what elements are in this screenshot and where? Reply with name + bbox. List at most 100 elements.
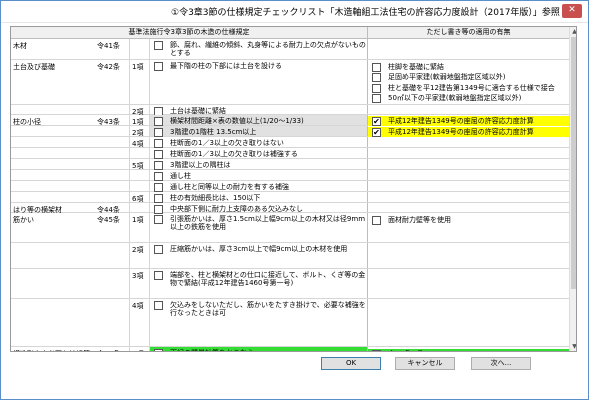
spec-checkbox[interactable]: [154, 150, 163, 159]
exception-checkbox[interactable]: ✔: [372, 128, 381, 137]
exception-checkbox[interactable]: [372, 84, 381, 93]
row-category: はり等の横架材: [13, 206, 62, 214]
exception-cell: [368, 105, 569, 114]
row-category: [11, 192, 95, 202]
exception-cell: 柱脚を基礎に緊結足固め平家建(軟弱地盤指定区域以外) 柱と基礎を平12建告第134…: [368, 60, 569, 104]
spec-cell: 節、腐れ、繊維の傾斜、丸身等による耐力上の欠点がないものとする: [149, 39, 368, 59]
spec-checkbox[interactable]: [154, 215, 163, 224]
exception-cell: ✔ 平成12年建告1349号の座屈の許容応力度計算: [368, 115, 569, 126]
exception-cell: [368, 192, 569, 202]
header-exceptions: ただし書き等の適用の有無: [368, 27, 569, 39]
spec-text: 端部を、柱と横架材との仕口に接近して、ボルト、くぎ等の金物で緊結(平成12年建告…: [170, 271, 366, 288]
row-clause: [95, 137, 129, 147]
row-subclause: [129, 181, 149, 191]
table-row: 2項 土台は基礎に緊結: [11, 105, 569, 116]
exception-cell: [368, 170, 569, 180]
spec-text: 柱の有効細長比は、150以下: [170, 194, 261, 202]
spec-cell: 3階建以上の隅柱は: [149, 159, 368, 170]
exception-checkbox[interactable]: [372, 216, 381, 225]
status-bar: [1, 379, 588, 399]
row-category: [11, 243, 95, 268]
exception-text: 柱と基礎を平12建告第1349号に適合する仕様で接合: [388, 84, 555, 92]
exception-checkbox[interactable]: [372, 94, 381, 103]
table-row: 4項 柱断面の1／3以上の欠き取りはない: [11, 137, 569, 148]
spec-checkbox[interactable]: [154, 194, 163, 203]
row-clause: 令42条: [97, 63, 120, 71]
header-spec: 基準法施行令3章3節の木造の仕様規定: [11, 27, 368, 39]
row-subclause: [129, 39, 149, 59]
row-subclause: [129, 170, 149, 180]
exception-checkbox[interactable]: [372, 63, 381, 72]
spec-cell: 土台は基礎に緊結: [149, 105, 368, 116]
row-category: [11, 299, 95, 346]
row-clause: [95, 159, 129, 169]
exception-cell: [368, 39, 569, 59]
row-subclause: 1項: [129, 115, 149, 126]
exception-cell: [368, 269, 569, 298]
cancel-button[interactable]: キャンセル: [395, 357, 455, 370]
spec-cell: 引張筋かいは、厚さ1.5cm以上幅9cm以上の木材又は径9mm以上の鉄筋を使用: [149, 213, 368, 242]
spec-checkbox[interactable]: [154, 245, 163, 254]
exception-cell: 令46条2項 次に掲げる基準に適合 一 平成62年建告1898号に規定する集成材…: [368, 347, 569, 351]
title-bar: ①令3章3節の仕様規定チェックリスト「木造軸組工法住宅の許容応力度設計（2017…: [1, 1, 588, 23]
vertical-scrollbar[interactable]: ▲ ▼: [569, 27, 576, 351]
spec-text: 節、腐れ、繊維の傾斜、丸身等による耐力上の欠点がないものとする: [170, 41, 366, 58]
exception-checkbox[interactable]: [372, 350, 381, 351]
spec-checkbox[interactable]: [154, 41, 163, 50]
row-category: 構造耐力上必要な軸組等: [11, 347, 95, 351]
spec-cell: 柱断面の1／3以上の欠き取りはない: [149, 137, 368, 148]
exception-cell: [368, 148, 569, 158]
row-clause: [95, 269, 129, 298]
row-category: 土台及び基礎: [13, 63, 55, 71]
spec-text: 3階建の1階柱 13.5cm以上: [170, 128, 257, 136]
row-category: [11, 126, 95, 136]
spec-text: 欠込みをしないただし、筋かいをたすき掛けで、必要な補強を行なったときは可: [170, 301, 366, 318]
spec-cell: 柱断面の1／3以上の欠き取りは補強する: [149, 148, 368, 159]
close-button[interactable]: ✕: [562, 4, 582, 18]
row-category: [11, 137, 95, 147]
scroll-up-icon[interactable]: ▲: [570, 27, 576, 36]
exception-checkbox[interactable]: [372, 73, 381, 82]
row-category: [11, 159, 95, 169]
ok-button[interactable]: OK: [321, 357, 381, 370]
table-row: 5項 3階建以上の隅柱は: [11, 159, 569, 170]
table-row: 3項 端部を、柱と横架材との仕口に接近して、ボルト、くぎ等の金物で緊結(平成12年…: [11, 269, 569, 299]
spec-checkbox[interactable]: [154, 301, 163, 310]
spec-text: 柱断面の1／3以上の欠き取りはない: [170, 139, 284, 147]
exception-text: 足固め平家建(軟弱地盤指定区域以外): [388, 73, 506, 81]
exception-cell: [368, 137, 569, 147]
next-button[interactable]: 次へ...: [471, 357, 531, 370]
spec-checkbox[interactable]: [154, 172, 163, 181]
spec-checkbox[interactable]: [154, 128, 163, 137]
spec-text: 下記の壁量計算をおこなう 表1(平12建告第1351号等)に定める耐力壁の倍率に…: [170, 349, 366, 351]
exception-text: 柱脚を基礎に緊結: [388, 63, 444, 71]
scroll-down-icon[interactable]: ▼: [570, 342, 576, 351]
scroll-thumb[interactable]: [571, 37, 576, 289]
row-clause: 令43条: [97, 118, 120, 126]
row-clause: 令44条: [97, 206, 120, 214]
spec-cell: 中央部下側に耐力上支障のある欠込みなし: [149, 203, 368, 214]
spec-checkbox[interactable]: [154, 139, 163, 148]
row-clause: 令45条: [97, 216, 120, 224]
row-clause: [95, 299, 129, 346]
table-row: 柱の小径 令43条 1項 横架材間距離×表の数値以上(1/20～1/33) ✔ 平成12年…: [11, 115, 569, 126]
spec-checkbox[interactable]: [154, 62, 163, 71]
spec-cell: 圧縮筋かいは、厚さ3cm以上で幅9cm以上の木材を使用: [149, 243, 368, 268]
row-clause: [95, 170, 129, 180]
row-clause: [95, 126, 129, 136]
exception-cell: [368, 203, 569, 212]
spec-checkbox[interactable]: [154, 183, 163, 192]
checklist-table: 基準法施行令3章3節の木造の仕様規定 ただし書き等の適用の有無 木材 令41条 節、…: [10, 26, 577, 352]
table-row: 木材 令41条 節、腐れ、繊維の傾斜、丸身等による耐力上の欠点がないものとする: [11, 39, 569, 60]
row-category: [11, 269, 95, 298]
row-category: 木材: [13, 42, 27, 50]
exception-cell: [368, 299, 569, 346]
row-category: [11, 148, 95, 158]
spec-checkbox[interactable]: [154, 271, 163, 280]
row-subclause: 2項: [129, 243, 149, 268]
exception-checkbox[interactable]: ✔: [372, 117, 381, 126]
row-subclause: 1項: [129, 213, 149, 242]
spec-checkbox[interactable]: ✔: [154, 349, 163, 351]
spec-checkbox[interactable]: [154, 161, 163, 170]
spec-checkbox[interactable]: [154, 117, 163, 126]
